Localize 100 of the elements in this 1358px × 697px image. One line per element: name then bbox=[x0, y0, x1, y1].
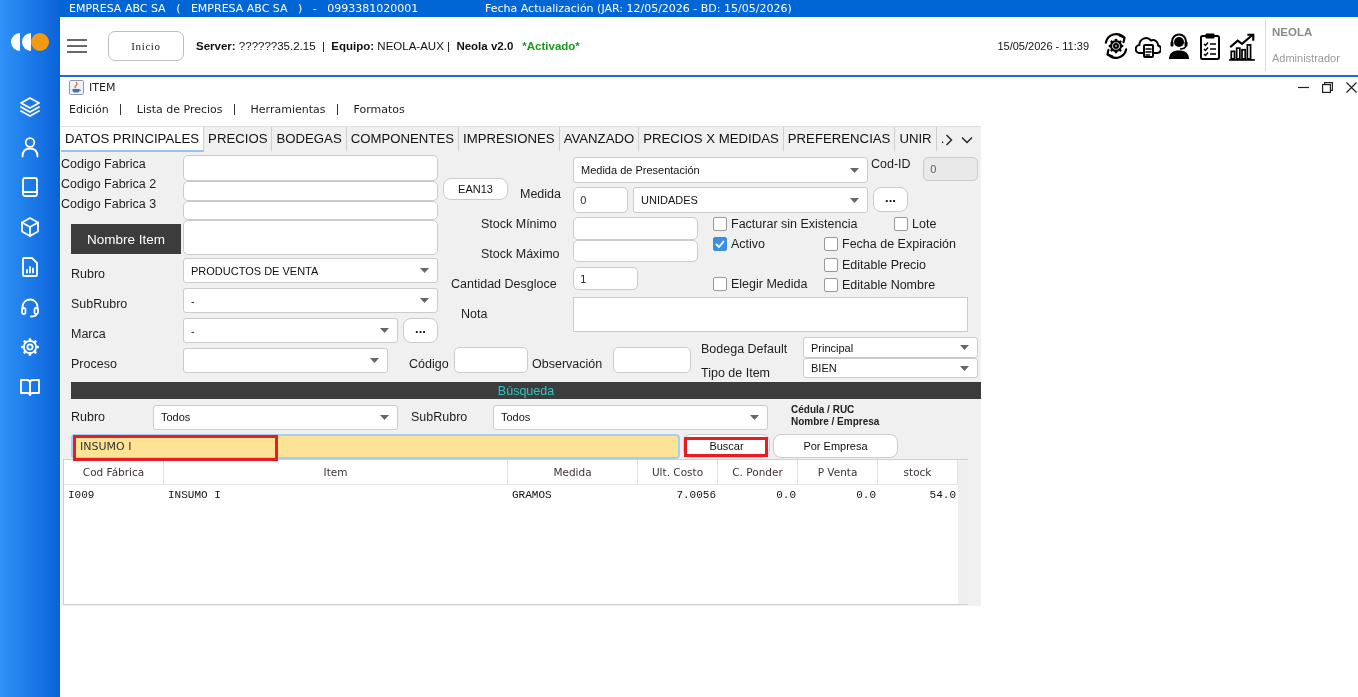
dropdown[interactable]: Principal bbox=[803, 337, 978, 358]
cup-icon bbox=[69, 80, 84, 95]
caret-icon[interactable] bbox=[370, 358, 379, 363]
table-cell-text: GRAMOS bbox=[511, 488, 553, 503]
caret-icon[interactable] bbox=[850, 197, 859, 203]
field-label: Código bbox=[409, 357, 449, 371]
chevron-down-icon[interactable] bbox=[961, 135, 973, 144]
tab[interactable]: . bbox=[936, 127, 946, 152]
caret-icon[interactable] bbox=[750, 414, 759, 420]
menu-item[interactable]: Edición bbox=[69, 102, 109, 116]
bar-chart-icon[interactable] bbox=[1227, 31, 1257, 61]
caret-icon[interactable] bbox=[420, 298, 429, 303]
column-header[interactable]: Medida bbox=[508, 460, 638, 485]
dropdown[interactable]: BIEN bbox=[803, 358, 978, 378]
connection-info: Server: ??????35.2.15 | Equipo: NEOLA-AUX | Neola v2.0 bbox=[196, 40, 514, 52]
column-header[interactable]: C. Ponder bbox=[718, 460, 798, 485]
text-field[interactable] bbox=[573, 240, 698, 262]
note-field[interactable] bbox=[573, 297, 968, 332]
checkbox-label: Lote bbox=[912, 217, 937, 231]
table-cell-text: 0.0 bbox=[775, 488, 797, 503]
text-field[interactable]: 0 bbox=[573, 187, 628, 213]
tab[interactable]: DATOS PRINCIPALES bbox=[61, 127, 205, 152]
hint-text: Nombre / Empresa bbox=[791, 415, 880, 427]
caret-icon[interactable] bbox=[960, 365, 969, 371]
checkbox-label: Facturar sin Existencia bbox=[731, 217, 858, 231]
dropdown[interactable]: Medida de Presentación bbox=[573, 157, 868, 183]
headset-icon[interactable] bbox=[19, 296, 41, 318]
dropdown[interactable]: UNIDADES bbox=[633, 187, 868, 213]
column-header[interactable]: Ult. Costo bbox=[638, 460, 718, 485]
search-field[interactable]: INSUMO I bbox=[71, 433, 680, 459]
menu-icon[interactable] bbox=[67, 39, 87, 53]
checkbox[interactable] bbox=[713, 277, 727, 291]
settings-icon[interactable] bbox=[19, 336, 41, 358]
text-field[interactable] bbox=[613, 347, 691, 373]
checkbox[interactable] bbox=[713, 217, 727, 231]
text-field[interactable] bbox=[573, 217, 698, 240]
checkbox-label: Editable Precio bbox=[842, 258, 927, 272]
field-label: Rubro bbox=[71, 267, 106, 281]
text-field[interactable] bbox=[454, 347, 528, 373]
more-button[interactable]: ... bbox=[873, 187, 908, 212]
checkbox-label: Activo bbox=[731, 237, 766, 251]
menu-item[interactable]: Formatos bbox=[353, 102, 405, 116]
item-name-label: Nombre Item bbox=[71, 224, 181, 254]
restore-icon[interactable] bbox=[1322, 82, 1333, 93]
checkbox[interactable] bbox=[894, 217, 908, 231]
text-field[interactable]: 1 bbox=[573, 267, 638, 290]
close-icon[interactable] bbox=[1346, 82, 1357, 93]
text-field[interactable] bbox=[183, 201, 438, 220]
section-title: Búsqueda bbox=[497, 383, 555, 398]
search-button[interactable]: Por Empresa bbox=[773, 434, 898, 458]
book-icon[interactable] bbox=[19, 176, 41, 198]
caret-icon[interactable] bbox=[850, 167, 859, 173]
table-cell-text: 7.0056 bbox=[675, 488, 717, 503]
box-icon[interactable] bbox=[19, 216, 41, 238]
dropdown[interactable]: - bbox=[183, 288, 438, 313]
checkbox-label: Elegir Medida bbox=[731, 277, 808, 291]
dropdown[interactable]: - bbox=[183, 318, 398, 343]
caret-icon[interactable] bbox=[380, 414, 389, 420]
more-button[interactable]: ... bbox=[403, 318, 438, 343]
text-field[interactable] bbox=[183, 220, 438, 255]
checkbox[interactable] bbox=[824, 237, 838, 251]
checkbox-label: Fecha de Expiración bbox=[842, 237, 956, 251]
table-cell-text: I009 bbox=[67, 488, 96, 503]
dropdown[interactable]: PRODUCTOS DE VENTA bbox=[183, 258, 438, 283]
open-book-icon[interactable] bbox=[19, 376, 41, 398]
filter-label: Rubro bbox=[71, 410, 106, 424]
status-text: *Activado* bbox=[522, 40, 580, 52]
field-label: Tipo de Item bbox=[701, 365, 770, 380]
text-field[interactable] bbox=[183, 155, 438, 181]
field-label: Bodega Default bbox=[701, 342, 788, 356]
window-title: ITEM bbox=[89, 81, 116, 94]
layers-icon[interactable] bbox=[19, 96, 41, 118]
field-label: Codigo Fabrica bbox=[61, 157, 146, 171]
caret-icon[interactable] bbox=[960, 345, 969, 350]
text-field[interactable] bbox=[183, 181, 438, 201]
chevron-right-icon[interactable] bbox=[945, 133, 954, 146]
dropdown[interactable]: Todos bbox=[153, 404, 398, 430]
field-label: Codigo Fabrica 2 bbox=[61, 177, 157, 191]
caret-icon[interactable] bbox=[380, 328, 389, 333]
field-label: Proceso bbox=[71, 357, 117, 371]
menu-item[interactable]: Lista de Precios bbox=[136, 102, 223, 116]
update-info: Fecha Actualización (JAR: 12/05/2026 - BD: 15/05/2026) bbox=[485, 2, 792, 15]
column-header[interactable]: P Venta bbox=[798, 460, 878, 485]
checkbox-label: Editable Nombre bbox=[842, 278, 936, 292]
checkbox[interactable] bbox=[824, 278, 838, 292]
table-cell-text: INSUMO I bbox=[167, 488, 222, 503]
document-chart-icon[interactable] bbox=[19, 256, 41, 278]
dropdown[interactable]: Todos bbox=[493, 404, 768, 430]
user-icon[interactable] bbox=[19, 136, 41, 158]
checkbox[interactable] bbox=[713, 237, 727, 251]
menu-item[interactable]: Herramientas bbox=[250, 102, 326, 116]
clipboard-checklist-icon[interactable] bbox=[1197, 31, 1223, 61]
caret-icon[interactable] bbox=[420, 268, 429, 273]
checkbox[interactable] bbox=[824, 258, 838, 272]
column-header[interactable]: Item bbox=[164, 460, 508, 485]
column-header[interactable]: Cod Fábrica bbox=[64, 460, 164, 485]
scrollbar[interactable] bbox=[958, 460, 969, 604]
form-button[interactable]: EAN13 bbox=[443, 178, 508, 200]
home-button[interactable]: Inicio bbox=[108, 31, 184, 61]
field-label: Codigo Fabrica 3 bbox=[61, 197, 157, 211]
